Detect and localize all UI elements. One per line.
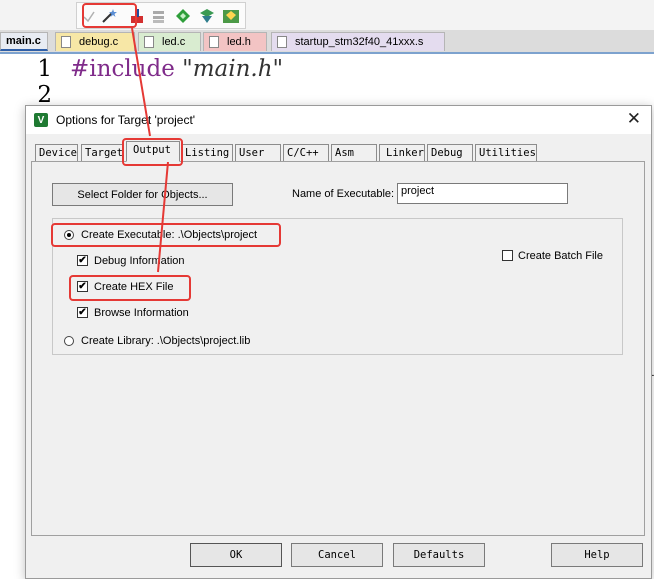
annotation-output-tab-highlight — [122, 138, 183, 166]
annotation-arrows — [131, 27, 169, 273]
annotation-arrow-wand-to-output — [131, 27, 151, 137]
annotation-arrow-output-to-hex — [157, 161, 169, 273]
